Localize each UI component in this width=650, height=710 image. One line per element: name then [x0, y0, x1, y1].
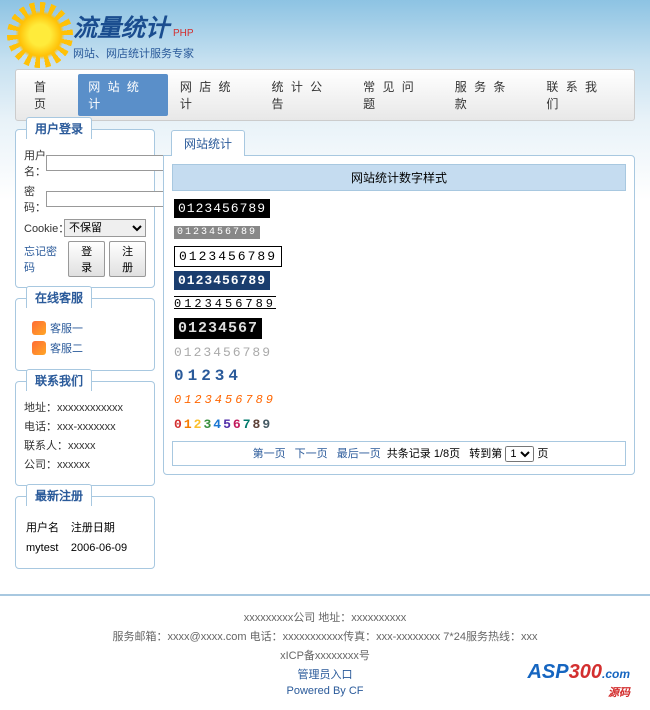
contact-company: 公司：xxxxxx [24, 456, 146, 472]
contact-title: 联系我们 [26, 369, 92, 391]
digit-style-2[interactable]: 0123456789 [174, 226, 260, 239]
footer-contact: 服务邮箱：xxxx@xxxx.com 电话：xxxxxxxxxxx传真：xxx-… [10, 628, 640, 644]
password-label: 密 码： [24, 183, 46, 215]
sub-header: 网站统计数字样式 [172, 164, 626, 191]
asp300-logo[interactable]: ASP300.com源码 [527, 661, 630, 700]
page-first[interactable]: 第一页 [253, 448, 286, 460]
nav-site-stats[interactable]: 网 站 统 计 [78, 74, 168, 116]
main-panel: 网站统计数字样式 0123456789 0123456789 012345678… [163, 155, 635, 475]
qq-icon [32, 321, 46, 335]
page-next[interactable]: 下一页 [295, 448, 328, 460]
service-title: 在线客服 [26, 286, 92, 308]
service-item-1[interactable]: 客服一 [32, 320, 146, 336]
digit-style-10[interactable]: 0123456789 [174, 417, 272, 432]
digit-style-9[interactable]: 0123456789 [174, 393, 276, 407]
page-select[interactable]: 1 [505, 446, 534, 462]
recent-panel: 最新注册 用户名注册日期 mytest2006-06-09 [15, 496, 155, 569]
cookie-select[interactable]: 不保留 [64, 219, 146, 237]
contact-phone: 电话：xxx-xxxxxxx [24, 418, 146, 434]
service-panel: 在线客服 客服一 客服二 [15, 298, 155, 371]
logo-suffix: PHP [173, 28, 194, 39]
nav-terms[interactable]: 服 务 条 款 [445, 74, 535, 116]
digit-style-7[interactable]: 0123456789 [174, 345, 272, 360]
digit-style-8[interactable]: 01234 [174, 367, 242, 385]
forgot-link[interactable]: 忘记密码 [24, 243, 64, 275]
username-label: 用户名： [24, 147, 46, 179]
digit-style-6[interactable]: 01234567 [174, 318, 262, 339]
contact-address: 地址：xxxxxxxxxxxx [24, 399, 146, 415]
footer: xxxxxxxxx公司 地址：xxxxxxxxxx 服务邮箱：xxxx@xxxx… [0, 594, 650, 710]
page-info: 共条记录 1/8页 [387, 448, 460, 460]
col-username: 用户名 [26, 516, 69, 538]
recent-table: 用户名注册日期 mytest2006-06-09 [24, 514, 146, 558]
nav-contact[interactable]: 联 系 我 们 [536, 74, 626, 116]
admin-link[interactable]: 管理员入口 [298, 669, 353, 681]
powered-link[interactable]: Powered By CF [286, 685, 363, 697]
nav-shop-stats[interactable]: 网 店 统 计 [170, 74, 260, 116]
col-date: 注册日期 [71, 516, 144, 538]
header: 流量统计 PHP 网站、网店统计服务专家 [0, 0, 650, 69]
login-button[interactable]: 登 录 [68, 241, 105, 277]
sun-icon [15, 10, 65, 60]
digit-style-1[interactable]: 0123456789 [174, 199, 270, 218]
cookie-label: Cookie： [24, 220, 64, 236]
digit-style-5[interactable]: 0123456789 [174, 297, 276, 311]
service-item-2[interactable]: 客服二 [32, 340, 146, 356]
nav-announcements[interactable]: 统 计 公 告 [261, 74, 351, 116]
table-row: mytest2006-06-09 [26, 540, 144, 556]
main-nav: 首 页 网 站 统 计 网 店 统 计 统 计 公 告 常 见 问 题 服 务 … [15, 69, 635, 121]
digit-style-4[interactable]: 0123456789 [174, 271, 270, 290]
contact-panel: 联系我们 地址：xxxxxxxxxxxx 电话：xxx-xxxxxxx 联系人：… [15, 381, 155, 486]
login-title: 用户登录 [26, 117, 92, 139]
logo-subtitle: 网站、网店统计服务专家 [73, 45, 194, 61]
logo-title: 流量统计 [73, 15, 169, 42]
qq-icon [32, 341, 46, 355]
nav-home[interactable]: 首 页 [24, 74, 76, 116]
pagination: 第一页 下一页 最后一页 共条记录 1/8页 转到第 1 页 [172, 441, 626, 466]
nav-faq[interactable]: 常 见 问 题 [353, 74, 443, 116]
digit-style-3[interactable]: 0123456789 [174, 246, 282, 267]
page-last[interactable]: 最后一页 [337, 448, 381, 460]
login-panel: 用户登录 用户名： 密 码： Cookie：不保留 忘记密码 登 录 注 册 [15, 129, 155, 288]
footer-company: xxxxxxxxx公司 地址：xxxxxxxxxx [10, 609, 640, 625]
tab-site-stats[interactable]: 网站统计 [171, 130, 245, 156]
recent-title: 最新注册 [26, 484, 92, 506]
contact-person: 联系人：xxxxx [24, 437, 146, 453]
register-button[interactable]: 注 册 [109, 241, 146, 277]
